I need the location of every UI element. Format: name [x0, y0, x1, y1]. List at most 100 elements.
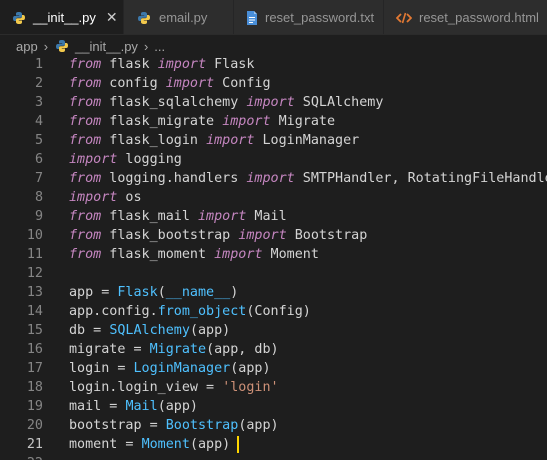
line-number: 3	[34, 95, 43, 110]
code-token: Flask	[206, 57, 255, 72]
code-line[interactable]: 10 from flask_bootstrap import Bootstrap	[0, 226, 547, 245]
code-token: moment =	[69, 437, 142, 452]
chevron-right-icon: ›	[143, 38, 149, 54]
editor-tab-bar: __init__.py ✕ email.py reset_password.tx…	[0, 0, 547, 35]
code-text: from flask_moment import Moment	[69, 245, 319, 264]
line-number: 16	[26, 342, 43, 357]
code-token: os	[117, 190, 142, 205]
code-line[interactable]: 3 from flask_sqlalchemy import SQLAlchemy	[0, 93, 547, 112]
code-line[interactable]: 18 login.login_view = 'login'	[0, 378, 547, 397]
code-line[interactable]: 9 from flask_mail import Mail	[0, 207, 547, 226]
code-text: import logging	[69, 150, 182, 169]
tab-reset-password-txt[interactable]: reset_password.txt	[234, 0, 384, 34]
code-token: flask	[101, 57, 158, 72]
code-token: SQLAlchemy	[294, 95, 384, 110]
code-text: from config import Config	[69, 74, 271, 93]
code-token: )	[230, 285, 239, 300]
code-token: from	[69, 209, 102, 224]
code-token: (app)	[189, 437, 231, 452]
code-line[interactable]: 13 app = Flask(__name__)	[0, 283, 547, 302]
code-token: import	[165, 76, 215, 91]
code-token: 'login'	[222, 380, 279, 395]
code-text: from flask_login import LoginManager	[69, 131, 359, 150]
code-line[interactable]: 20 bootstrap = Bootstrap(app)	[0, 416, 547, 435]
code-line[interactable]: 2 from config import Config	[0, 74, 547, 93]
line-number: 20	[26, 418, 43, 433]
code-line[interactable]: 14 app.config.from_object(Config)	[0, 302, 547, 321]
code-text: mail = Mail(app)	[69, 397, 198, 416]
line-number: 5	[34, 133, 43, 148]
code-text: from flask_sqlalchemy import SQLAlchemy	[69, 93, 383, 112]
code-line[interactable]: 7 from logging.handlers import SMTPHandle…	[0, 169, 547, 188]
code-line[interactable]: 16 migrate = Migrate(app, db)	[0, 340, 547, 359]
code-text: from flask import Flask	[69, 57, 254, 74]
code-line[interactable]: 15 db = SQLAlchemy(app)	[0, 321, 547, 340]
code-token: __name__	[165, 285, 231, 300]
tab-email-py[interactable]: email.py	[124, 0, 234, 34]
code-token: Mail	[125, 399, 158, 414]
code-token: db =	[69, 323, 110, 338]
code-token: SMTPHandler, RotatingFileHandler	[294, 171, 547, 186]
tab-init-py[interactable]: __init__.py ✕	[0, 0, 124, 34]
code-token: logging.handlers	[101, 171, 247, 186]
code-text: from flask_bootstrap import Bootstrap	[69, 226, 367, 245]
code-token: import	[198, 209, 247, 224]
code-line[interactable]: 5 from flask_login import LoginManager	[0, 131, 547, 150]
code-text: from flask_migrate import Migrate	[69, 112, 335, 131]
code-token: Config	[214, 76, 271, 91]
code-token: from	[69, 247, 102, 262]
code-token: Bootstrap	[286, 228, 368, 243]
code-token: Moment	[262, 247, 319, 262]
code-token: Flask	[117, 285, 158, 300]
code-token: flask_bootstrap	[101, 228, 239, 243]
code-text: moment = Moment(app)	[69, 435, 240, 454]
code-editor[interactable]: 1 from flask import Flask 2 from config imp…	[0, 57, 547, 460]
code-line[interactable]: 12	[0, 264, 547, 283]
breadcrumb-symbol[interactable]: ...	[154, 39, 165, 54]
tab-label: reset_password.txt	[265, 10, 375, 25]
code-token: from	[69, 76, 102, 91]
line-number: 12	[26, 266, 43, 281]
code-token: import	[246, 95, 295, 110]
code-token: Migrate	[149, 342, 207, 357]
breadcrumb-folder[interactable]: app	[16, 39, 38, 54]
tab-reset-password-html[interactable]: reset_password.html	[384, 0, 547, 34]
code-line[interactable]: 6 import logging	[0, 150, 547, 169]
line-number: 15	[26, 323, 43, 338]
code-line[interactable]: 4 from flask_migrate import Migrate	[0, 112, 547, 131]
line-number: 4	[34, 114, 43, 129]
html-icon	[396, 10, 412, 26]
code-line[interactable]: 17 login = LoginManager(app)	[0, 359, 547, 378]
code-text: import os	[69, 188, 142, 207]
code-text: db = SQLAlchemy(app)	[69, 321, 230, 340]
line-number: 7	[34, 171, 43, 186]
code-token: flask_sqlalchemy	[101, 95, 247, 110]
breadcrumb: app › __init__.py › ...	[0, 35, 547, 57]
code-token: (app)	[238, 418, 279, 433]
code-line[interactable]: 11 from flask_moment import Moment	[0, 245, 547, 264]
code-line[interactable]: 19 mail = Mail(app)	[0, 397, 547, 416]
code-line[interactable]: 22	[0, 454, 547, 460]
code-token: import	[246, 171, 295, 186]
code-text: login = LoginManager(app)	[69, 359, 271, 378]
code-line[interactable]: 1 from flask import Flask	[0, 57, 547, 74]
code-text: from flask_mail import Mail	[69, 207, 287, 226]
code-token: LoginManager	[133, 361, 231, 376]
code-line[interactable]: 21 moment = Moment(app)	[0, 435, 547, 454]
code-token: config	[101, 76, 166, 91]
code-token: app.config.	[69, 304, 158, 319]
code-token: LoginManager	[254, 133, 360, 148]
breadcrumb-file[interactable]: __init__.py	[75, 39, 138, 54]
code-text: from logging.handlers import SMTPHandler…	[69, 169, 547, 188]
code-token: import	[238, 228, 287, 243]
code-token: (app)	[230, 361, 271, 376]
close-icon[interactable]: ✕	[106, 9, 118, 26]
code-token: Mail	[246, 209, 287, 224]
code-token: login.login_view =	[69, 380, 223, 395]
code-token: import	[69, 152, 118, 167]
tab-label: reset_password.html	[419, 10, 539, 25]
code-token: logging	[117, 152, 182, 167]
code-line[interactable]: 8 import os	[0, 188, 547, 207]
code-token: from_object	[157, 304, 247, 319]
code-token: (Config)	[246, 304, 311, 319]
